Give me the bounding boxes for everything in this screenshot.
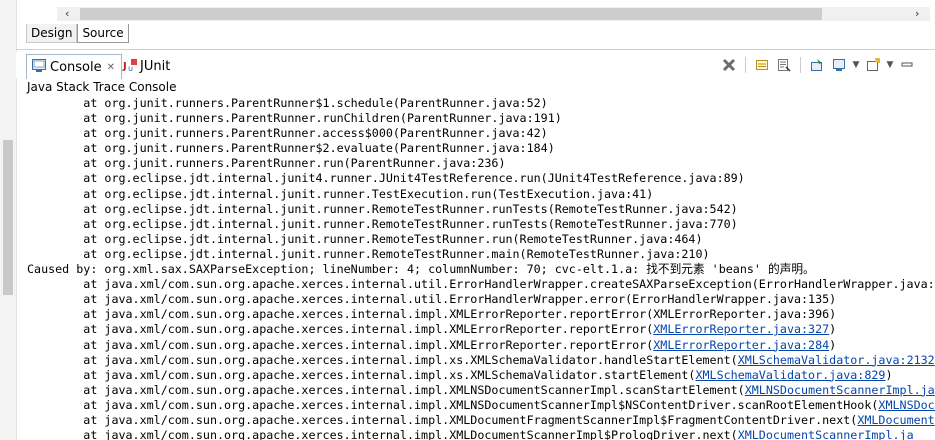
- console-line-text: at org.eclipse.jdt.internal.junit4.runne…: [27, 171, 745, 186]
- source-link[interactable]: XMLSchemaValidator.java:829: [695, 368, 885, 382]
- chevron-down-icon[interactable]: ▼: [852, 56, 860, 74]
- console-line-text: at org.junit.runners.ParentRunner$1.sche…: [27, 96, 548, 110]
- tab-source[interactable]: Source: [77, 24, 129, 43]
- console-line-text: at java.xml/com.sun.org.apache.xerces.in…: [27, 382, 745, 397]
- console-line-text: Caused by: org.xml.sax.SAXParseException…: [27, 262, 815, 277]
- toolbar-separator: [745, 57, 746, 73]
- source-link[interactable]: XMLDocument: [857, 413, 934, 427]
- console-line: at java.xml/com.sun.org.apache.xerces.in…: [27, 292, 935, 307]
- console-line: at java.xml/com.sun.org.apache.xerces.in…: [27, 413, 935, 428]
- remove-launches-icon[interactable]: [720, 56, 738, 74]
- console-line-text: at java.xml/com.sun.org.apache.xerces.in…: [27, 352, 738, 367]
- console-line-text: at org.junit.runners.ParentRunner$2.eval…: [27, 141, 555, 156]
- console-line: at org.junit.runners.ParentRunner.run(Pa…: [27, 156, 935, 171]
- console-line: at org.junit.runners.ParentRunner.runChi…: [27, 111, 935, 126]
- console-line-text: at java.xml/com.sun.org.apache.xerces.in…: [27, 428, 738, 440]
- scroll-right-icon[interactable]: ›: [915, 7, 919, 21]
- console-line-text: ): [885, 367, 893, 382]
- console-line: Caused by: org.xml.sax.SAXParseException…: [27, 262, 935, 277]
- console-line: at java.xml/com.sun.org.apache.xerces.in…: [27, 353, 935, 368]
- console-toolbar: ▼ ▼: [720, 55, 916, 75]
- console-line: at org.junit.runners.ParentRunner.access…: [27, 126, 935, 141]
- console-icon: [32, 59, 46, 75]
- console-line: at java.xml/com.sun.org.apache.xerces.in…: [27, 277, 935, 292]
- console-line-text: at java.xml/com.sun.org.apache.xerces.in…: [27, 397, 879, 412]
- source-link[interactable]: XMLSchemaValidator.java:2132: [738, 353, 935, 367]
- scroll-left-icon[interactable]: ‹: [65, 7, 69, 21]
- toolbar-separator: [800, 57, 801, 73]
- console-line: at org.eclipse.jdt.internal.junit.runner…: [27, 232, 935, 247]
- console-line: at org.eclipse.jdt.internal.junit4.runne…: [27, 171, 935, 186]
- console-line: at java.xml/com.sun.org.apache.xerces.in…: [27, 368, 935, 383]
- editor-scrollbar-thumb[interactable]: [80, 8, 822, 20]
- console-line-text: at java.xml/com.sun.org.apache.xerces.in…: [27, 292, 837, 307]
- editor-mode-tabs: Design Source: [26, 24, 129, 44]
- console-line-text: at org.junit.runners.ParentRunner.access…: [27, 126, 548, 141]
- console-line-text: at org.eclipse.jdt.internal.junit.runner…: [27, 186, 654, 201]
- console-line: at org.eclipse.jdt.internal.junit.runner…: [27, 187, 935, 202]
- source-link[interactable]: XMLDocumentScannerImpl.ja: [738, 428, 914, 440]
- console-line-text: at org.eclipse.jdt.internal.junit.runner…: [27, 216, 738, 231]
- display-console-icon[interactable]: [830, 56, 848, 74]
- word-wrap-icon[interactable]: [775, 56, 793, 74]
- junit-icon: J u: [122, 58, 138, 75]
- console-line-text: ): [829, 337, 837, 352]
- console-line-text: at java.xml/com.sun.org.apache.xerces.in…: [27, 277, 935, 292]
- console-line: at java.xml/com.sun.org.apache.xerces.in…: [27, 428, 935, 440]
- console-line-text: at java.xml/com.sun.org.apache.xerces.in…: [27, 322, 654, 337]
- console-line: at org.eclipse.jdt.internal.junit.runner…: [27, 202, 935, 217]
- console-line: at java.xml/com.sun.org.apache.xerces.in…: [27, 322, 935, 337]
- console-line: at java.xml/com.sun.org.apache.xerces.in…: [27, 338, 935, 353]
- pin-console-icon[interactable]: [808, 56, 826, 74]
- console-output[interactable]: at org.junit.runners.ParentRunner$1.sche…: [27, 96, 935, 440]
- svg-text:u: u: [128, 64, 133, 72]
- scroll-lock-icon[interactable]: [753, 56, 771, 74]
- tab-console-label: Console: [50, 59, 102, 75]
- left-scrollbar-thumb[interactable]: [3, 140, 13, 295]
- tab-console[interactable]: Console ✕: [26, 54, 122, 79]
- source-link[interactable]: XMLNSDocumentScannerImpl.ja: [745, 383, 935, 397]
- source-link[interactable]: XMLErrorReporter.java:327: [653, 322, 829, 336]
- tab-design[interactable]: Design: [26, 24, 78, 43]
- console-line: at org.eclipse.jdt.internal.junit.runner…: [27, 247, 935, 262]
- console-line-text: at org.junit.runners.ParentRunner.run(Pa…: [27, 156, 506, 171]
- console-line-text: at java.xml/com.sun.org.apache.xerces.in…: [27, 412, 858, 427]
- console-line: at java.xml/com.sun.org.apache.xerces.in…: [27, 307, 935, 322]
- console-line-text: at org.junit.runners.ParentRunner.runChi…: [27, 111, 562, 126]
- console-title: Java Stack Trace Console: [27, 80, 177, 94]
- console-line-text: at org.eclipse.jdt.internal.junit.runner…: [27, 231, 703, 246]
- console-line: at org.junit.runners.ParentRunner$1.sche…: [27, 96, 935, 111]
- close-icon[interactable]: ✕: [107, 62, 115, 73]
- console-line: at org.junit.runners.ParentRunner$2.eval…: [27, 141, 935, 156]
- console-line-text: at java.xml/com.sun.org.apache.xerces.in…: [27, 337, 654, 352]
- open-console-icon[interactable]: [864, 56, 882, 74]
- console-line-text: at java.xml/com.sun.org.apache.xerces.in…: [27, 307, 837, 322]
- source-link[interactable]: XMLErrorReporter.java:284: [653, 338, 829, 352]
- console-line-text: ): [829, 322, 837, 337]
- console-line-text: at java.xml/com.sun.org.apache.xerces.in…: [27, 367, 696, 382]
- svg-text:J: J: [122, 61, 127, 72]
- console-line: at java.xml/com.sun.org.apache.xerces.in…: [27, 398, 935, 413]
- console-line: at java.xml/com.sun.org.apache.xerces.in…: [27, 383, 935, 398]
- tab-junit-label: JUnit: [140, 58, 171, 74]
- minimize-icon[interactable]: [898, 56, 916, 74]
- view-separator: [16, 49, 935, 50]
- console-line-text: at org.eclipse.jdt.internal.junit.runner…: [27, 246, 710, 261]
- chevron-down-icon[interactable]: ▼: [886, 56, 894, 74]
- console-line: at org.eclipse.jdt.internal.junit.runner…: [27, 217, 935, 232]
- console-line-text: at org.eclipse.jdt.internal.junit.runner…: [27, 201, 738, 216]
- source-link[interactable]: XMLNSDocum: [878, 398, 935, 412]
- tab-junit[interactable]: J u JUnit: [122, 54, 182, 78]
